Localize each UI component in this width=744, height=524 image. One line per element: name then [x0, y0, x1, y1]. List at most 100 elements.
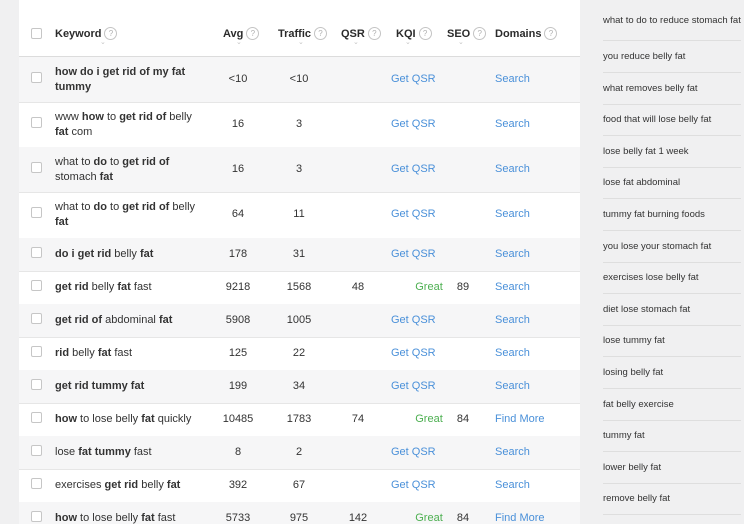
get-qsr-link[interactable]: Get QSR: [391, 347, 436, 359]
get-qsr-link[interactable]: Get QSR: [391, 248, 436, 260]
search-domains-link[interactable]: Search: [495, 347, 530, 359]
traffic-value: 1568: [286, 281, 312, 293]
table-row[interactable]: www how to get rid of belly fat com 16 3 Ge…: [19, 102, 580, 148]
info-icon[interactable]: ?: [246, 27, 260, 40]
info-icon[interactable]: ?: [104, 27, 118, 40]
table-row[interactable]: get rid tummy fat 199 34 Get QSR Search: [19, 370, 580, 404]
row-checkbox[interactable]: [31, 478, 42, 489]
table-row[interactable]: get rid of abdominal fat 5908 1005 Get QSR S…: [19, 304, 580, 338]
row-checkbox[interactable]: [31, 162, 42, 173]
get-qsr-link[interactable]: Get QSR: [391, 479, 436, 491]
keyword-text[interactable]: lose fat tummy fast: [55, 445, 152, 460]
related-keyword-item[interactable]: food that will lose belly fat: [603, 104, 741, 136]
col-header-keyword[interactable]: Keyword?: [55, 27, 118, 40]
related-keyword-item[interactable]: you lose your stomach fat: [603, 230, 741, 263]
row-checkbox[interactable]: [31, 346, 42, 357]
row-checkbox[interactable]: [31, 445, 42, 456]
search-domains-link[interactable]: Search: [495, 163, 530, 175]
row-checkbox[interactable]: [31, 313, 42, 324]
sort-caret-icon[interactable]: ⌄: [100, 38, 106, 46]
search-domains-link[interactable]: Search: [495, 314, 530, 326]
select-all-checkbox[interactable]: [31, 28, 42, 39]
search-domains-link[interactable]: Search: [495, 479, 530, 491]
get-qsr-link[interactable]: Get QSR: [391, 380, 436, 392]
row-checkbox[interactable]: [31, 412, 42, 423]
row-checkbox[interactable]: [31, 280, 42, 291]
related-keyword-item[interactable]: lower belly fat: [603, 451, 741, 484]
info-icon[interactable]: ?: [418, 27, 432, 40]
related-keyword-item[interactable]: fat belly exercise: [603, 388, 741, 421]
related-keyword-item[interactable]: exercises lose belly fat: [603, 262, 741, 294]
related-keyword-item[interactable]: what to do to reduce stomach fat: [603, 0, 741, 41]
row-checkbox[interactable]: [31, 207, 42, 218]
table-row[interactable]: rid belly fat fast 125 22 Get QSR Search: [19, 337, 580, 371]
row-checkbox[interactable]: [31, 72, 42, 83]
related-keyword-item[interactable]: you reduce belly fat: [603, 40, 741, 73]
table-row[interactable]: how to lose belly fat quickly 10485 1783 74…: [19, 403, 580, 437]
table-row[interactable]: how to lose belly fat fast 5733 975 142 Grea…: [19, 502, 580, 524]
related-keyword-item[interactable]: tummy fat: [603, 420, 741, 452]
keyword-text[interactable]: rid belly fat fast: [55, 346, 132, 361]
col-header-kqi[interactable]: KQI?: [396, 27, 432, 40]
get-qsr-link[interactable]: Get QSR: [391, 163, 436, 175]
search-domains-link[interactable]: Search: [495, 248, 530, 260]
related-keyword-item[interactable]: remove belly fat: [603, 483, 741, 515]
get-qsr-link[interactable]: Get QSR: [391, 446, 436, 458]
sort-caret-icon[interactable]: ⌄: [353, 38, 359, 46]
related-keyword-item[interactable]: losing belly fat: [603, 356, 741, 389]
keyword-text[interactable]: exercises get rid belly fat: [55, 478, 180, 493]
search-domains-link[interactable]: Search: [495, 281, 530, 293]
search-domains-link[interactable]: Search: [495, 446, 530, 458]
keyword-text[interactable]: get rid belly fat fast: [55, 280, 152, 295]
find-more-link[interactable]: Find More: [495, 512, 545, 524]
col-header-seo[interactable]: SEO?: [447, 27, 487, 40]
table-row[interactable]: what to do to get rid of belly fat 64 11 Ge…: [19, 192, 580, 239]
search-domains-link[interactable]: Search: [495, 73, 530, 85]
info-icon[interactable]: ?: [314, 27, 328, 40]
get-qsr-link[interactable]: Get QSR: [391, 208, 436, 220]
keyword-text[interactable]: what to do to get rid of stomach fat: [55, 155, 207, 185]
related-keyword-item[interactable]: what removes belly fat: [603, 72, 741, 105]
search-domains-link[interactable]: Search: [495, 118, 530, 130]
col-header-qsr[interactable]: QSR?: [341, 27, 381, 40]
get-qsr-link[interactable]: Get QSR: [391, 118, 436, 130]
row-checkbox[interactable]: [31, 117, 42, 128]
keyword-text[interactable]: do i get rid belly fat: [55, 247, 153, 262]
get-qsr-link[interactable]: Get QSR: [391, 73, 436, 85]
table-row[interactable]: get rid belly fat fast 9218 1568 48 Great 89 S…: [19, 271, 580, 305]
keyword-text[interactable]: what to do to get rid of belly fat: [55, 200, 207, 230]
col-header-domains[interactable]: Domains?: [495, 27, 558, 40]
keyword-text[interactable]: how to lose belly fat fast: [55, 511, 175, 524]
sort-caret-icon[interactable]: ⌄: [236, 38, 242, 46]
keyword-text[interactable]: how do i get rid of my fat tummy: [55, 65, 207, 95]
info-icon[interactable]: ?: [544, 27, 558, 40]
row-checkbox[interactable]: [31, 511, 42, 522]
keyword-text[interactable]: how to lose belly fat quickly: [55, 412, 191, 427]
table-row[interactable]: do i get rid belly fat 178 31 Get QSR Search: [19, 238, 580, 272]
keyword-text[interactable]: www how to get rid of belly fat com: [55, 110, 207, 140]
find-more-link[interactable]: Find More: [495, 413, 545, 425]
sort-caret-icon[interactable]: ⌄: [458, 38, 464, 46]
search-domains-link[interactable]: Search: [495, 208, 530, 220]
info-icon[interactable]: ?: [367, 27, 381, 40]
info-icon[interactable]: ?: [473, 27, 487, 40]
table-row[interactable]: what to do to get rid of stomach fat 16 3 G…: [19, 147, 580, 193]
row-checkbox[interactable]: [31, 247, 42, 258]
table-row[interactable]: how do i get rid of my fat tummy <10 <10 Ge…: [19, 57, 580, 103]
avg-value: 178: [228, 248, 248, 260]
related-keyword-item[interactable]: lose fat abdominal: [603, 167, 741, 199]
search-domains-link[interactable]: Search: [495, 380, 530, 392]
avg-value: <10: [228, 73, 248, 85]
related-keyword-item[interactable]: diet lose stomach fat: [603, 293, 741, 326]
related-keyword-item[interactable]: lose belly fat 1 week: [603, 135, 741, 168]
get-qsr-link[interactable]: Get QSR: [391, 314, 436, 326]
related-keyword-item[interactable]: lose tummy fat: [603, 325, 741, 357]
table-row[interactable]: exercises get rid belly fat 392 67 Get QSR S…: [19, 469, 580, 503]
keyword-text[interactable]: get rid tummy fat: [55, 379, 144, 394]
sort-caret-icon[interactable]: ⌄: [298, 38, 304, 46]
sort-caret-icon[interactable]: ⌄: [405, 38, 411, 46]
row-checkbox[interactable]: [31, 379, 42, 390]
keyword-text[interactable]: get rid of abdominal fat: [55, 313, 172, 328]
table-row[interactable]: lose fat tummy fast 8 2 Get QSR Search: [19, 436, 580, 470]
related-keyword-item[interactable]: tummy fat burning foods: [603, 198, 741, 231]
